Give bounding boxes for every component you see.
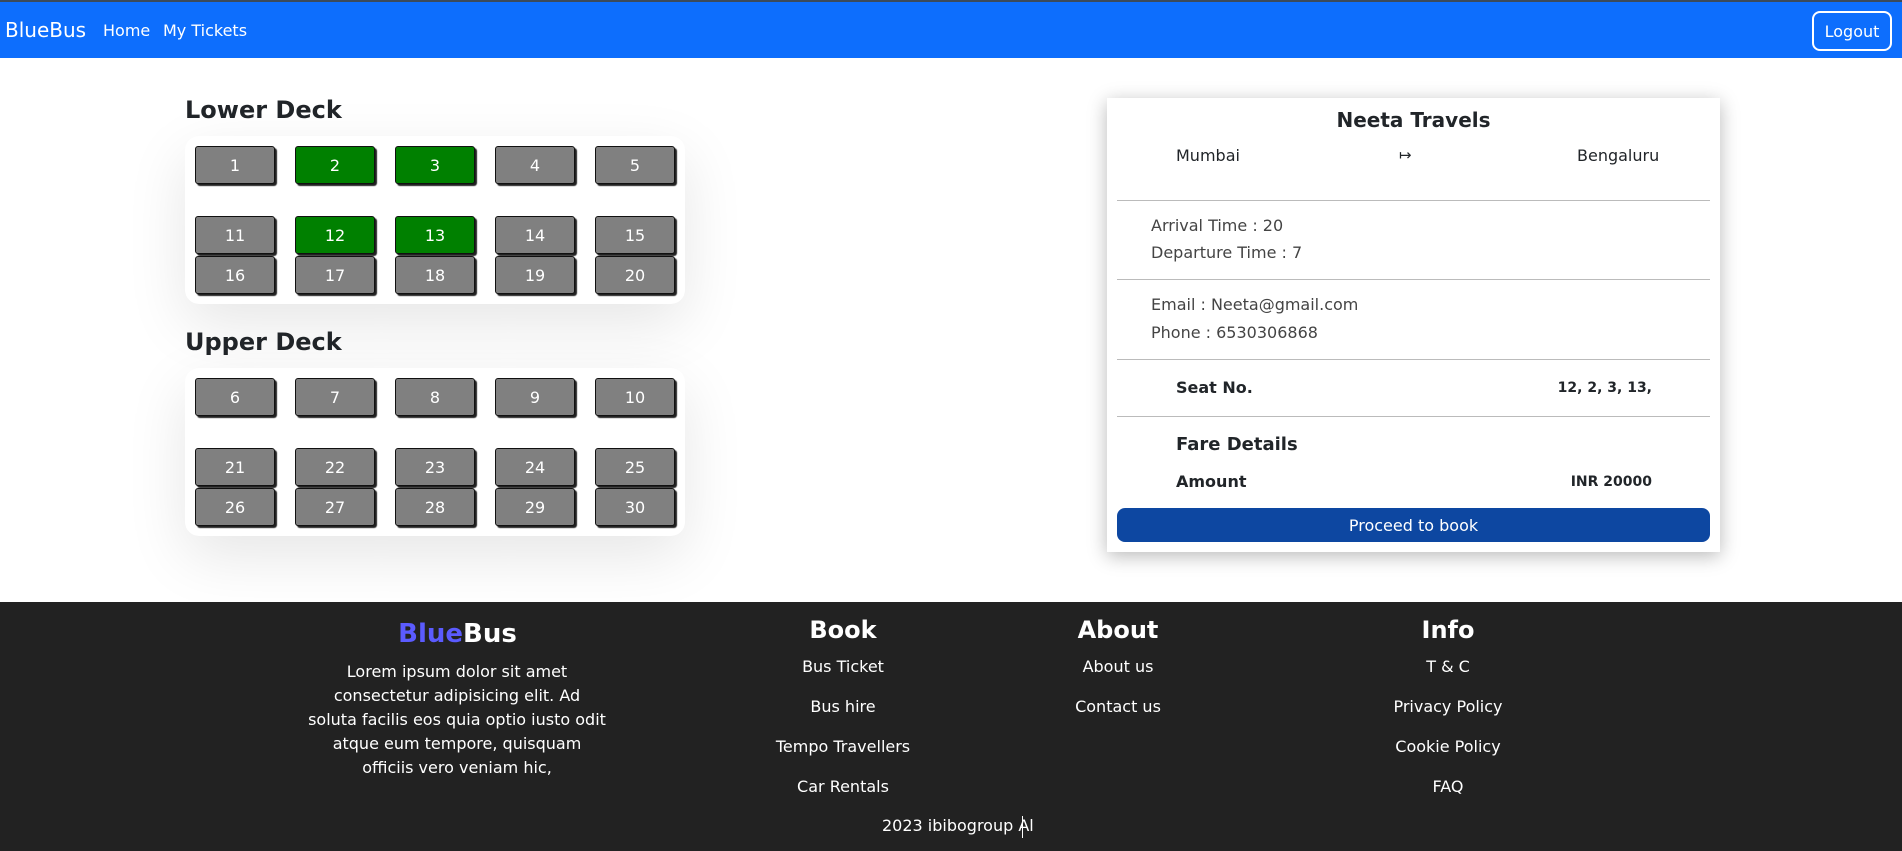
upper-deck-seat-8[interactable]: 8	[395, 378, 475, 416]
nav-home-link[interactable]: Home	[103, 21, 150, 40]
lower-deck-seat-11[interactable]: 11	[195, 216, 275, 254]
lower-deck-seat-12[interactable]: 12	[295, 216, 375, 254]
upper-deck-seat-25[interactable]: 25	[595, 448, 675, 486]
lower-deck-seat-20[interactable]: 20	[595, 256, 675, 294]
brand-logo[interactable]: BlueBus	[5, 18, 86, 42]
upper-deck-seat-24[interactable]: 24	[495, 448, 575, 486]
footer-link-tempo-travellers[interactable]: Tempo Travellers	[743, 737, 943, 756]
seat-no-label: Seat No.	[1176, 378, 1253, 397]
upper-deck-seat-10[interactable]: 10	[595, 378, 675, 416]
nav-my-tickets-link[interactable]: My Tickets	[163, 21, 247, 40]
divider	[1117, 416, 1710, 417]
footer-link-faq[interactable]: FAQ	[1348, 777, 1548, 796]
footer-about-text: Lorem ipsum dolor sit amet consectetur a…	[308, 662, 606, 777]
upper-deck-title: Upper Deck	[185, 328, 342, 356]
selected-seats-value: 12, 2, 3, 13,	[1557, 380, 1652, 396]
footer-link-about-us[interactable]: About us	[1018, 657, 1218, 676]
footer-about-title: About	[1077, 616, 1159, 644]
arrival-time: Arrival Time : 20	[1151, 216, 1284, 235]
divider	[1117, 200, 1710, 201]
upper-deck-seat-21[interactable]: 21	[195, 448, 275, 486]
lower-deck-seat-4[interactable]: 4	[495, 146, 575, 184]
to-city: Bengaluru	[1577, 146, 1660, 165]
upper-deck-seat-7[interactable]: 7	[295, 378, 375, 416]
fare-details-heading: Fare Details	[1176, 434, 1298, 455]
upper-deck-seat-29[interactable]: 29	[495, 488, 575, 526]
lower-deck-seat-18[interactable]: 18	[395, 256, 475, 294]
proceed-to-book-button[interactable]: Proceed to book	[1117, 508, 1710, 542]
upper-deck-seat-9[interactable]: 9	[495, 378, 575, 416]
lower-deck-seat-grid: 1 2 3 4 5 11 12 13 14 15 16 17 18 19 20	[185, 136, 685, 304]
footer-link-cookie-policy[interactable]: Cookie Policy	[1348, 737, 1548, 756]
operator-email: Email : Neeta@gmail.com	[1151, 295, 1359, 314]
footer-brand-white: Bus	[463, 619, 517, 649]
divider	[1117, 279, 1710, 280]
lower-deck-seat-19[interactable]: 19	[495, 256, 575, 294]
footer-link-privacy-policy[interactable]: Privacy Policy	[1348, 697, 1548, 716]
lower-deck-seat-3[interactable]: 3	[395, 146, 475, 184]
amount-label: Amount	[1176, 472, 1247, 491]
lower-deck-seat-5[interactable]: 5	[595, 146, 675, 184]
upper-deck-seat-23[interactable]: 23	[395, 448, 475, 486]
footer-brand-blue: Blue	[398, 619, 464, 649]
footer-link-tc[interactable]: T & C	[1348, 657, 1548, 676]
lower-deck-seat-14[interactable]: 14	[495, 216, 575, 254]
divider	[1117, 359, 1710, 360]
footer-book-title: Book	[809, 616, 877, 644]
lower-deck-seat-1[interactable]: 1	[195, 146, 275, 184]
lower-deck-seat-16[interactable]: 16	[195, 256, 275, 294]
navbar: BlueBus Home My Tickets Logout	[0, 0, 1902, 58]
from-city: Mumbai	[1176, 146, 1240, 165]
footer-link-bus-ticket[interactable]: Bus Ticket	[743, 657, 943, 676]
lower-deck-seat-15[interactable]: 15	[595, 216, 675, 254]
upper-deck-seat-22[interactable]: 22	[295, 448, 375, 486]
upper-deck-seat-26[interactable]: 26	[195, 488, 275, 526]
booking-summary-card: Neeta Travels Mumbai ↦ Bengaluru Arrival…	[1107, 98, 1720, 552]
upper-deck-seat-grid: 6 7 8 9 10 21 22 23 24 25 26 27 28 29 30	[185, 368, 685, 536]
upper-deck-seat-27[interactable]: 27	[295, 488, 375, 526]
amount-value: INR 20000	[1570, 474, 1652, 490]
upper-deck-seat-6[interactable]: 6	[195, 378, 275, 416]
text-cursor	[1022, 816, 1023, 838]
operator-phone: Phone : 6530306868	[1151, 323, 1318, 342]
footer-link-bus-hire[interactable]: Bus hire	[743, 697, 943, 716]
footer-link-contact-us[interactable]: Contact us	[1018, 697, 1218, 716]
lower-deck-seat-17[interactable]: 17	[295, 256, 375, 294]
lower-deck-seat-13[interactable]: 13	[395, 216, 475, 254]
operator-name: Neeta Travels	[1336, 108, 1491, 132]
footer-copyright: 2023 ibibogroup Al	[882, 816, 1034, 835]
footer: BlueBus Lorem ipsum dolor sit amet conse…	[0, 602, 1902, 851]
departure-time: Departure Time : 7	[1151, 243, 1303, 262]
footer-info-title: Info	[1421, 616, 1475, 644]
upper-deck-seat-28[interactable]: 28	[395, 488, 475, 526]
footer-link-car-rentals[interactable]: Car Rentals	[743, 777, 943, 796]
lower-deck-seat-2[interactable]: 2	[295, 146, 375, 184]
lower-deck-title: Lower Deck	[185, 96, 342, 124]
route-arrow-icon: ↦	[1399, 146, 1412, 164]
logout-button[interactable]: Logout	[1812, 11, 1892, 51]
upper-deck-seat-30[interactable]: 30	[595, 488, 675, 526]
